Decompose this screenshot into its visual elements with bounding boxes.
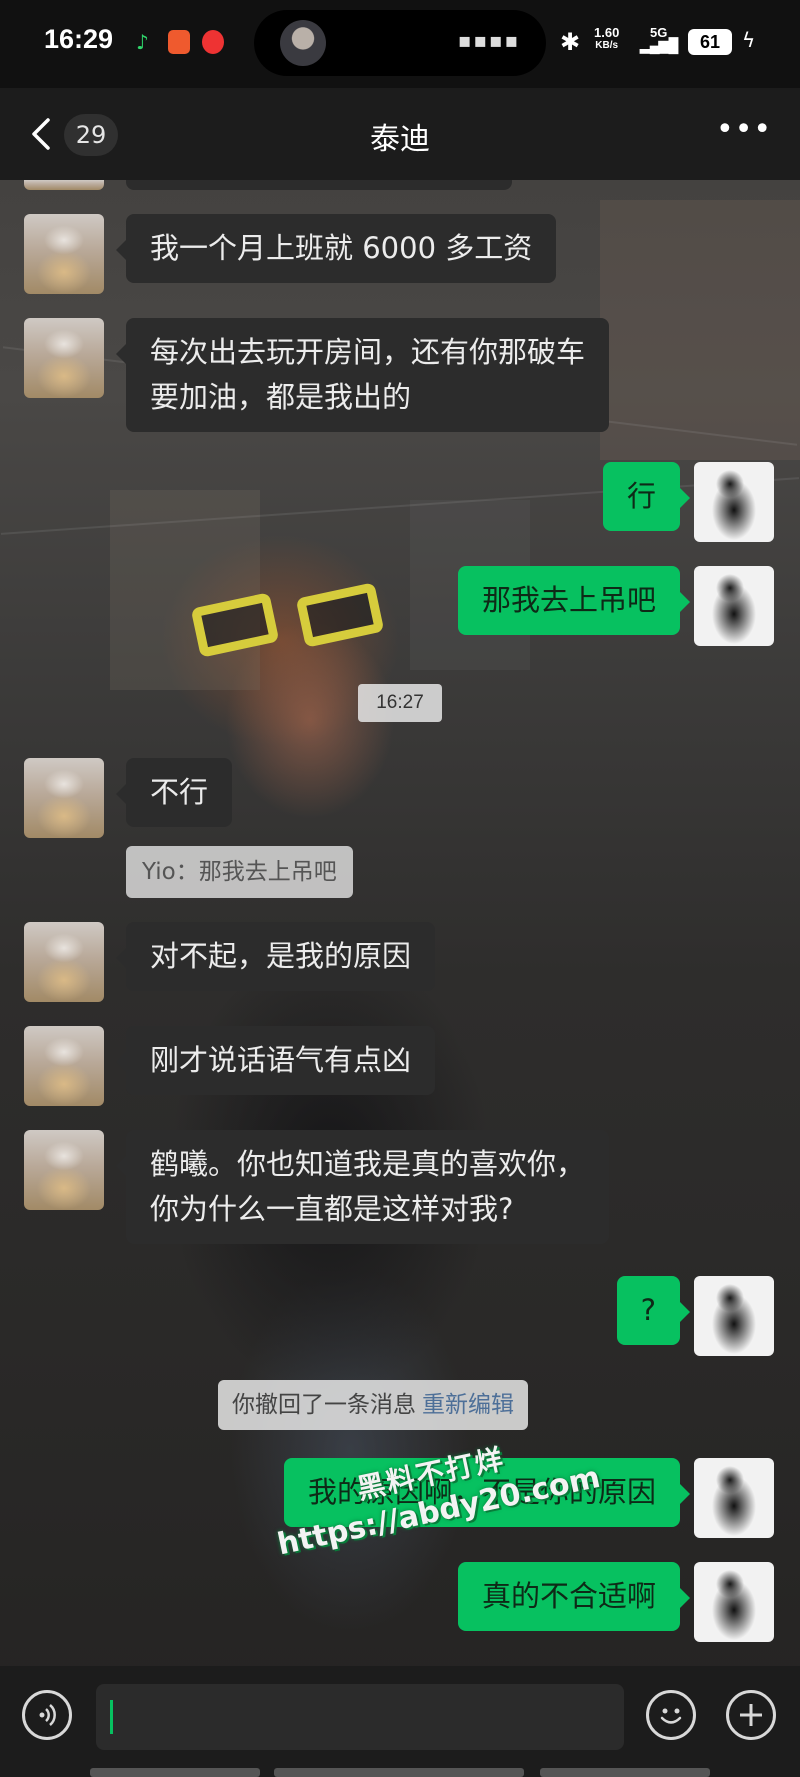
qq-icon <box>202 30 224 54</box>
input-bar <box>0 1666 800 1777</box>
music-cover-avatar <box>280 20 326 66</box>
background-sunglasses <box>190 582 385 660</box>
keyboard-toolbar-segment <box>90 1768 260 1777</box>
signal-bars-icon: ▂▄▆█ <box>640 37 678 53</box>
charging-icon: ϟ <box>742 28 756 52</box>
music-icon: ♪ <box>136 30 149 54</box>
contact-avatar[interactable] <box>24 922 104 1002</box>
message-bubble-sent[interactable]: ? <box>616 1276 691 1345</box>
message-bubble-partial[interactable] <box>126 180 512 190</box>
message-bubble-received[interactable]: 每次出去玩开房间，还有你那破车 要加油，都是我出的 <box>115 318 610 432</box>
audio-waveform-icon: ▪▪▪▪ <box>457 28 520 52</box>
voice-icon[interactable] <box>22 1690 72 1740</box>
dynamic-island[interactable]: ▪▪▪▪ <box>254 10 546 76</box>
contact-avatar[interactable] <box>24 214 104 294</box>
recall-notice: 你撤回了一条消息 重新编辑 <box>218 1380 528 1430</box>
chat-title: 泰迪 <box>370 122 430 157</box>
my-avatar[interactable] <box>694 1276 774 1356</box>
network-speed: 1.60 KB/s <box>594 25 620 51</box>
text-cursor <box>110 1700 113 1734</box>
my-avatar[interactable] <box>694 566 774 646</box>
re-edit-link[interactable]: 重新编辑 <box>422 1392 514 1418</box>
message-bubble-sent[interactable]: 那我去上吊吧 <box>457 566 691 635</box>
message-bubble-received[interactable]: 对不起，是我的原因 <box>115 922 436 991</box>
keyboard-toolbar-segment <box>274 1768 524 1777</box>
signal-indicator: 5G ▂▄▆█ <box>640 25 678 53</box>
contact-avatar[interactable] <box>24 318 104 398</box>
bluetooth-icon: ✱ <box>560 28 581 56</box>
more-options-icon[interactable]: ••• <box>716 112 772 147</box>
my-avatar[interactable] <box>694 1458 774 1538</box>
message-bubble-received[interactable]: 不行 <box>115 758 233 827</box>
my-avatar[interactable] <box>694 1562 774 1642</box>
status-bar: 16:29 ♪ ▪▪▪▪ ✱ 1.60 KB/s 5G ▂▄▆█ 61 ϟ <box>0 0 800 88</box>
contact-avatar[interactable] <box>24 1130 104 1210</box>
my-avatar[interactable] <box>694 462 774 542</box>
status-time: 16:29 <box>44 24 114 54</box>
chat-header: 29 泰迪 ••• <box>0 88 800 180</box>
quoted-reply[interactable]: Yio：那我去上吊吧 <box>126 846 353 898</box>
message-bubble-received[interactable]: 鹤曦。你也知道我是真的喜欢你， 你为什么一直都是这样对我? <box>115 1130 610 1244</box>
background-building <box>600 200 800 460</box>
message-bubble-received[interactable]: 我一个月上班就 6000 多工资 <box>115 214 557 283</box>
keyboard-toolbar-segment <box>540 1768 710 1777</box>
message-bubble-received[interactable]: 刚才说话语气有点凶 <box>115 1026 436 1095</box>
message-timestamp: 16:27 <box>358 684 442 722</box>
plus-icon[interactable] <box>726 1690 776 1740</box>
contact-avatar[interactable] <box>24 180 104 190</box>
message-bubble-sent[interactable]: 行 <box>602 462 691 531</box>
battery-level: 61 <box>688 29 732 55</box>
emoji-icon[interactable] <box>646 1690 696 1740</box>
contact-avatar[interactable] <box>24 758 104 838</box>
contact-avatar[interactable] <box>24 1026 104 1106</box>
message-input[interactable] <box>96 1684 624 1750</box>
app-notification-icon <box>168 30 190 54</box>
message-bubble-sent[interactable]: 真的不合适啊 <box>457 1562 691 1631</box>
